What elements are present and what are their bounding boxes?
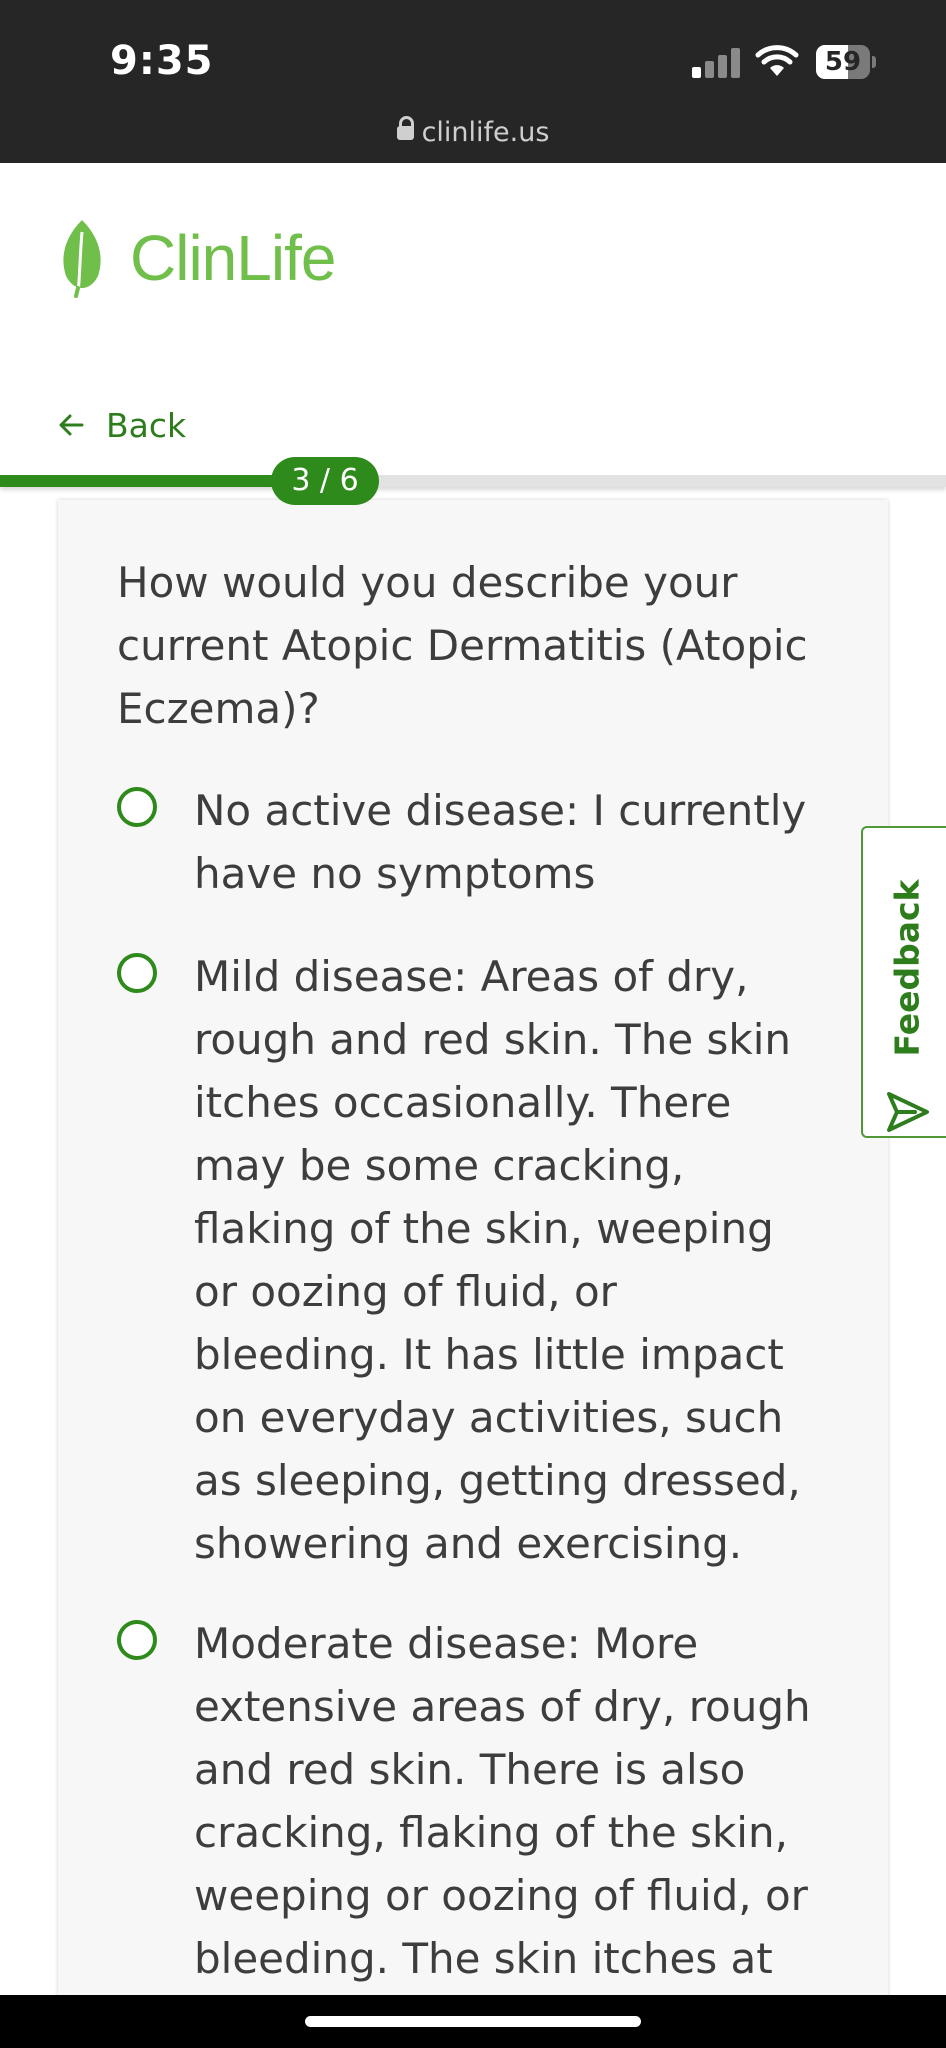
battery-level: 59 bbox=[824, 47, 862, 77]
arrow-left-icon bbox=[58, 406, 84, 445]
option-label: Moderate disease: More extensive areas o… bbox=[194, 1619, 811, 1983]
back-label: Back bbox=[106, 406, 187, 445]
progress-badge: 3 / 6 bbox=[271, 457, 379, 505]
send-icon bbox=[885, 1090, 931, 1138]
feedback-tab[interactable]: Feedback bbox=[861, 826, 946, 1138]
status-bar: 9:35 59 clinlife.us bbox=[0, 0, 946, 163]
radio-button[interactable] bbox=[117, 1620, 157, 1660]
radio-button[interactable] bbox=[117, 787, 157, 827]
leaf-icon bbox=[63, 220, 101, 298]
progress-bar bbox=[0, 475, 946, 487]
lock-icon bbox=[396, 116, 414, 140]
option-label: No active disease: I currently have no s… bbox=[194, 786, 807, 898]
status-time: 9:35 bbox=[110, 38, 214, 84]
address-bar[interactable]: clinlife.us bbox=[0, 116, 946, 148]
url-text: clinlife.us bbox=[421, 117, 550, 148]
wifi-icon bbox=[755, 44, 799, 82]
back-link[interactable]: Back bbox=[58, 406, 186, 445]
logo-text: ClinLife bbox=[130, 222, 336, 294]
cellular-signal-icon bbox=[692, 48, 740, 78]
option-label: Mild disease: Areas of dry, rough and re… bbox=[194, 952, 801, 1568]
feedback-label: Feedback bbox=[887, 879, 927, 1057]
radio-button[interactable] bbox=[117, 953, 157, 993]
battery-icon: 59 bbox=[816, 45, 876, 79]
question-text: How would you describe your current Atop… bbox=[117, 558, 808, 733]
home-indicator[interactable] bbox=[305, 2016, 641, 2027]
